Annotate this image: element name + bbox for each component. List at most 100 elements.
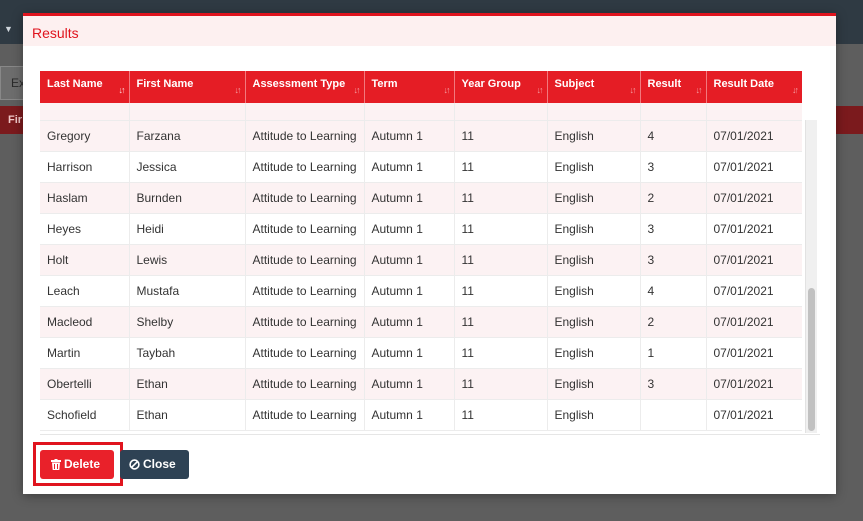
table-cell — [706, 103, 802, 121]
column-header[interactable]: Year Group ↓↑ — [454, 71, 548, 103]
column-header[interactable]: First Name ↓↑ — [129, 71, 246, 103]
column-header-label: First Name — [136, 78, 194, 90]
table-cell: 11 — [454, 182, 548, 214]
sort-icon: ↓↑ — [353, 85, 361, 95]
table-cell: 11 — [454, 151, 548, 183]
table-cell: English — [547, 275, 641, 307]
table-cell: 07/01/2021 — [706, 213, 802, 245]
column-header-label: Last Name — [47, 78, 103, 90]
column-header[interactable]: Subject ↓↑ — [547, 71, 641, 103]
column-header-label: Year Group — [461, 78, 521, 90]
table-row[interactable]: Holt Lewis Attitude to Learning Autumn 1 11 E… — [40, 244, 802, 276]
close-button-label: Close — [143, 457, 176, 471]
table-cell: Farzana — [129, 120, 246, 152]
table-cell — [129, 103, 246, 121]
delete-button[interactable]: Delete — [40, 450, 114, 479]
table-cell: 11 — [454, 399, 548, 431]
table-cell: Attitude to Learning — [245, 306, 365, 338]
table-cell: English — [547, 306, 641, 338]
table-cell: Mustafa — [129, 275, 246, 307]
table-cell: 11 — [454, 244, 548, 276]
table-cell — [640, 399, 707, 431]
table-cell: Haslam — [40, 182, 130, 214]
table-cell: 3 — [640, 244, 707, 276]
results-modal: Results Last Name ↓↑ First Name ↓↑ Assessmen… — [23, 13, 836, 494]
table-cell: 11 — [454, 306, 548, 338]
column-header[interactable]: Term ↓↑ — [364, 71, 455, 103]
table-cell: 07/01/2021 — [706, 182, 802, 214]
table-row[interactable]: Haslam Burnden Attitude to Learning Autumn … — [40, 182, 802, 214]
scrollbar-thumb[interactable] — [808, 288, 815, 431]
table-cell — [454, 103, 548, 121]
table-cell: 2 — [640, 182, 707, 214]
table-body: Gregory Farzana Attitude to Learning Autumn… — [40, 103, 802, 431]
table-cell: Ethan — [129, 399, 246, 431]
table-cell: English — [547, 120, 641, 152]
table-cell: 07/01/2021 — [706, 337, 802, 369]
table-cell — [547, 103, 641, 121]
table-row[interactable]: Harrison Jessica Attitude to Learning Autum… — [40, 151, 802, 183]
table-cell: 4 — [640, 275, 707, 307]
table-cell: 4 — [640, 120, 707, 152]
trash-icon — [51, 457, 64, 471]
table-cell: 11 — [454, 275, 548, 307]
column-header[interactable]: Last Name ↓↑ — [40, 71, 130, 103]
close-button[interactable]: Close — [120, 450, 189, 479]
table-cell: Attitude to Learning — [245, 120, 365, 152]
table-row[interactable]: Heyes Heidi Attitude to Learning Autumn 1 11… — [40, 213, 802, 245]
table-cell: Burnden — [129, 182, 246, 214]
table-cell: Autumn 1 — [364, 213, 455, 245]
table-cell: Autumn 1 — [364, 151, 455, 183]
table-cell: 11 — [454, 120, 548, 152]
column-header[interactable]: Result ↓↑ — [640, 71, 707, 103]
table-cell: Schofield — [40, 399, 130, 431]
results-table-container[interactable]: Last Name ↓↑ First Name ↓↑ Assessment Type ↓↑… — [40, 71, 820, 435]
column-header[interactable]: Result Date ↓↑ — [706, 71, 802, 103]
table-cell: 11 — [454, 368, 548, 400]
table-cell: 07/01/2021 — [706, 275, 802, 307]
table-cell: Attitude to Learning — [245, 213, 365, 245]
table-cell: Attitude to Learning — [245, 244, 365, 276]
table-row[interactable]: Leach Mustafa Attitude to Learning Autumn 1… — [40, 275, 802, 307]
table-row[interactable]: Macleod Shelby Attitude to Learning Autumn … — [40, 306, 802, 338]
table-cell: Obertelli — [40, 368, 130, 400]
table-cell: English — [547, 182, 641, 214]
table-row[interactable]: Gregory Farzana Attitude to Learning Autumn… — [40, 120, 802, 152]
table-cell: 3 — [640, 368, 707, 400]
table-cell: Autumn 1 — [364, 306, 455, 338]
table-cell: English — [547, 337, 641, 369]
table-header-row: Last Name ↓↑ First Name ↓↑ Assessment Type ↓↑… — [40, 71, 802, 103]
table-cell: Autumn 1 — [364, 399, 455, 431]
table-cell: Leach — [40, 275, 130, 307]
table-cell — [364, 103, 455, 121]
table-scrollbar[interactable] — [805, 120, 817, 433]
table-cell: Attitude to Learning — [245, 182, 365, 214]
table-cell: Attitude to Learning — [245, 399, 365, 431]
column-header-label: Result Date — [713, 78, 775, 90]
table-cell: 07/01/2021 — [706, 399, 802, 431]
table-cell: Attitude to Learning — [245, 275, 365, 307]
table-cell: English — [547, 399, 641, 431]
table-cell: Gregory — [40, 120, 130, 152]
background-tab: Ex — [0, 66, 25, 100]
table-cell: Jessica — [129, 151, 246, 183]
table-row[interactable]: Schofield Ethan Attitude to Learning Autumn… — [40, 399, 802, 431]
sort-icon: ↓↑ — [695, 85, 703, 95]
column-header[interactable]: Assessment Type ↓↑ — [245, 71, 365, 103]
delete-button-label: Delete — [64, 457, 101, 471]
table-cell: Heidi — [129, 213, 246, 245]
table-cell: Taybah — [129, 337, 246, 369]
table-cell: 2 — [640, 306, 707, 338]
table-row[interactable]: Martin Taybah Attitude to Learning Autumn 1… — [40, 337, 802, 369]
table-cell: Autumn 1 — [364, 182, 455, 214]
sort-ascending-icon: ↓↑ — [118, 85, 126, 95]
table-cell: Holt — [40, 244, 130, 276]
table-row-partial[interactable] — [40, 103, 802, 121]
table-cell: 07/01/2021 — [706, 306, 802, 338]
table-cell: English — [547, 368, 641, 400]
results-table: Last Name ↓↑ First Name ↓↑ Assessment Type ↓↑… — [40, 71, 802, 431]
table-cell: 3 — [640, 213, 707, 245]
table-row[interactable]: Obertelli Ethan Attitude to Learning Autumn… — [40, 368, 802, 400]
table-cell: 07/01/2021 — [706, 244, 802, 276]
ban-icon — [129, 457, 143, 471]
